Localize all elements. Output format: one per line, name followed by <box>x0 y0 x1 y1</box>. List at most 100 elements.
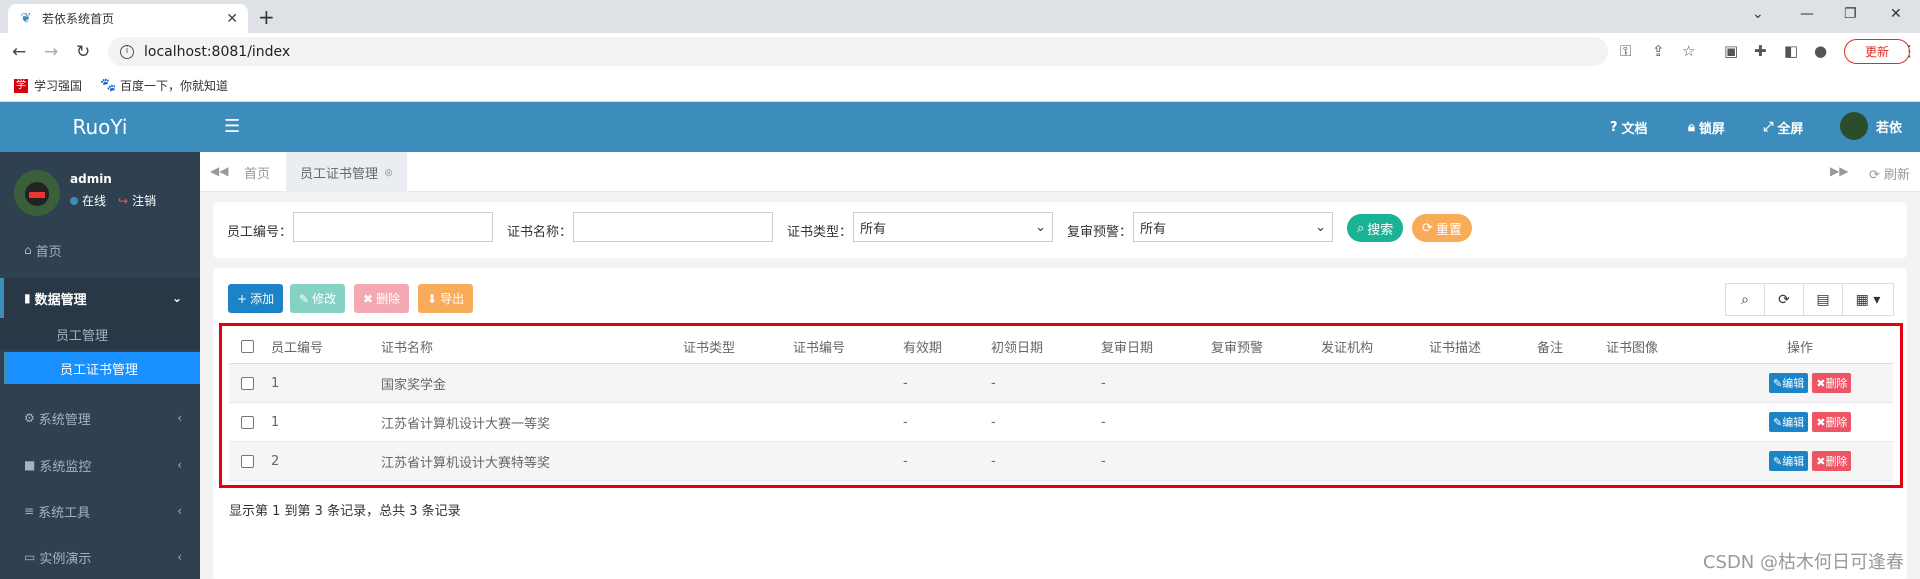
docs-link[interactable]: ? 文档 <box>1610 118 1648 137</box>
columns-button[interactable]: ▦ ▾ <box>1842 283 1894 316</box>
row-delete-button[interactable]: ✖ 删除 <box>1812 373 1852 393</box>
cell-first-date: - <box>991 453 996 469</box>
sidebar-item-system-monitor[interactable]: ■ 系统监控 ‹ <box>0 445 200 485</box>
ruoyi-favicon-icon: ❦ <box>20 10 32 26</box>
sidebar-item-cert-mgmt[interactable]: 员工证书管理 <box>4 352 200 384</box>
bookmark-baidu[interactable]: 🐾 百度一下，你就知道 <box>100 77 228 94</box>
add-button[interactable]: + 添加 <box>228 284 284 313</box>
browser-tab[interactable]: ❦ 若依系统首页 ✕ <box>8 4 248 33</box>
row-actions: ✎ 编辑 ✖ 删除 <box>1769 442 1852 480</box>
chevron-left-icon: ‹ <box>177 411 182 425</box>
key-icon[interactable]: ⚿ <box>1620 42 1631 60</box>
row-delete-button[interactable]: ✖ 删除 <box>1812 451 1852 471</box>
extensions-icon[interactable]: ✚ <box>1754 42 1767 60</box>
new-tab-button[interactable]: + <box>258 5 275 29</box>
site-info-icon[interactable]: i <box>120 44 134 59</box>
column-header[interactable]: 复审日期 <box>1101 330 1153 363</box>
select-all-checkbox[interactable] <box>241 330 254 363</box>
lock-screen-link[interactable]: 🔒︎ 锁屏 <box>1688 118 1725 137</box>
sidebar-item-data-mgmt[interactable]: ▮ 数据管理 ⌄ <box>0 278 200 318</box>
table-header: 员工编号 证书名称 证书类型 证书编号 有效期 初领日期 复审日期 复审预警 发… <box>229 330 1893 364</box>
app-logo[interactable]: RuoYi <box>0 102 200 152</box>
employee-no-input[interactable] <box>293 212 493 242</box>
sidebar-item-employee-mgmt[interactable]: 员工管理 <box>0 318 200 350</box>
tabs-scroll-left-icon[interactable]: ◀◀ <box>210 164 228 178</box>
refresh-icon: ⟳ <box>1868 168 1884 183</box>
row-edit-button[interactable]: ✎ 编辑 <box>1769 412 1809 432</box>
cell-validity: - <box>903 414 908 430</box>
app-header: ☰ ? 文档 🔒︎ 锁屏 ⤢ 全屏 若依 <box>200 102 1920 152</box>
update-button[interactable]: 更新 <box>1844 39 1910 64</box>
sidebar-item-home[interactable]: ⌂ 首页 <box>0 230 200 270</box>
back-icon[interactable]: ← <box>12 42 26 62</box>
row-delete-button[interactable]: ✖ 删除 <box>1812 412 1852 432</box>
column-header[interactable]: 证书编号 <box>793 330 845 363</box>
sidepanel-icon[interactable]: ◧ <box>1784 42 1798 60</box>
column-header[interactable]: 有效期 <box>903 330 942 363</box>
profile-icon[interactable]: ● <box>1814 42 1827 60</box>
table-row[interactable]: 1 江苏省计算机设计大赛一等奖 - - - ✎ 编辑 ✖ 删除 <box>229 403 1893 442</box>
plus-icon: + <box>237 291 248 306</box>
table-refresh-button[interactable]: ⟳ <box>1764 283 1804 316</box>
forward-icon[interactable]: → <box>44 42 58 62</box>
edit-icon: ✎ <box>1773 415 1783 429</box>
cert-name-input[interactable] <box>573 212 773 242</box>
tab-home[interactable]: 首页 <box>230 152 284 192</box>
close-tab-icon[interactable]: ✕ <box>226 11 238 27</box>
edit-button[interactable]: ✎ 修改 <box>290 284 346 313</box>
omnibox[interactable]: i localhost:8081/index <box>108 37 1608 66</box>
column-header[interactable]: 发证机构 <box>1321 330 1373 363</box>
search-button[interactable]: ⌕ 搜索 <box>1347 214 1404 242</box>
export-button[interactable]: ⬇ 导出 <box>418 284 474 313</box>
chevron-down-icon: ⌄ <box>1035 219 1046 235</box>
toggle-view-button[interactable]: ▤ <box>1803 283 1843 316</box>
fullscreen-link[interactable]: ⤢ 全屏 <box>1763 118 1803 137</box>
header-account[interactable]: 若依 <box>1840 112 1902 140</box>
share-icon[interactable]: ⇪ <box>1652 42 1665 60</box>
close-tab-icon[interactable]: ⊗ <box>384 166 393 179</box>
tab-cert-mgmt[interactable]: 员工证书管理 ⊗ <box>286 152 408 192</box>
column-header[interactable]: 证书类型 <box>683 330 735 363</box>
row-checkbox[interactable] <box>241 442 254 480</box>
logout-icon: ↪ <box>118 194 129 208</box>
pagination-info: 显示第 1 到第 3 条记录，总共 3 条记录 <box>229 504 461 519</box>
table-row[interactable]: 2 江苏省计算机设计大赛特等奖 - - - ✎ 编辑 ✖ 删除 <box>229 442 1893 481</box>
cell-emp-no: 2 <box>271 453 280 469</box>
row-checkbox[interactable] <box>241 364 254 402</box>
home-icon: ⌂ <box>24 243 32 257</box>
reload-icon[interactable]: ↻ <box>76 42 90 62</box>
column-header[interactable]: 复审预警 <box>1211 330 1263 363</box>
menu-kebab-icon[interactable]: ⋮ <box>1902 42 1917 60</box>
column-header[interactable]: 员工编号 <box>271 330 323 363</box>
bookmark-star-icon[interactable]: ☆ <box>1682 42 1695 60</box>
column-header[interactable]: 证书图像 <box>1606 330 1658 363</box>
sidebar-item-demo[interactable]: ▭ 实例演示 ‹ <box>0 537 200 577</box>
bookmark-xuexi[interactable]: 学 学习强国 <box>14 77 82 94</box>
delete-button[interactable]: ✖ 删除 <box>354 284 410 313</box>
review-alert-select[interactable]: 所有 ⌄ <box>1133 212 1333 242</box>
column-header[interactable]: 证书描述 <box>1429 330 1481 363</box>
minimize-button[interactable]: — <box>1800 6 1814 22</box>
row-edit-button[interactable]: ✎ 编辑 <box>1769 451 1809 471</box>
refresh-tab-button[interactable]: ⟳ 刷新 <box>1869 164 1910 183</box>
close-window-button[interactable]: ✕ <box>1890 6 1902 22</box>
table-row[interactable]: 1 国家奖学金 - - - ✎ 编辑 ✖ 删除 <box>229 364 1893 403</box>
column-header[interactable]: 初领日期 <box>991 330 1043 363</box>
reset-button[interactable]: ⟳ 重置 <box>1412 214 1472 242</box>
table-search-button[interactable]: ⌕ <box>1725 283 1765 316</box>
row-actions: ✎ 编辑 ✖ 删除 <box>1769 403 1852 441</box>
sidebar-item-system-tools[interactable]: ≡ 系统工具 ‹ <box>0 491 200 531</box>
tabs-scroll-right-icon[interactable]: ▶▶ <box>1830 164 1848 178</box>
logout-link[interactable]: ↪ 注销 <box>118 192 156 209</box>
sidebar-item-system-mgmt[interactable]: ⚙ 系统管理 ‹ <box>0 398 200 438</box>
row-checkbox[interactable] <box>241 403 254 441</box>
cert-type-select[interactable]: 所有 ⌄ <box>853 212 1053 242</box>
column-header[interactable]: 证书名称 <box>381 330 433 363</box>
employee-no-label: 员工编号： <box>227 225 293 240</box>
reading-icon[interactable]: ▣ <box>1724 42 1738 60</box>
hamburger-menu-icon[interactable]: ☰ <box>224 116 240 137</box>
restore-button[interactable]: ❐ <box>1844 6 1857 22</box>
row-edit-button[interactable]: ✎ 编辑 <box>1769 373 1809 393</box>
tab-search-icon[interactable]: ⌄ <box>1752 6 1764 22</box>
column-header[interactable]: 备注 <box>1537 330 1563 363</box>
